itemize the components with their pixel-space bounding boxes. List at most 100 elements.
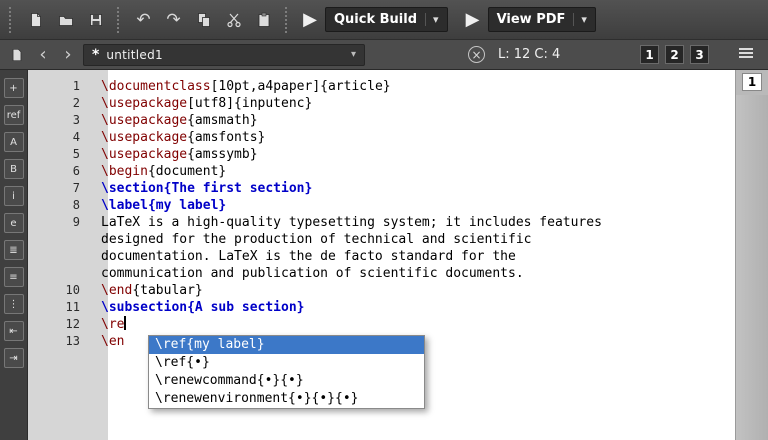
view-pdf-run-button[interactable]: ▶: [461, 6, 485, 33]
cut-button[interactable]: [220, 6, 247, 33]
code-line[interactable]: 9LaTeX is a high-quality typesetting sys…: [28, 214, 735, 231]
modified-indicator-icon: *: [92, 47, 99, 63]
autocomplete-item[interactable]: \ref{my label}: [149, 336, 424, 354]
line-content: \usepackage{amsfonts}: [94, 129, 265, 146]
line-number: 8: [28, 197, 94, 214]
line-number: 9: [28, 214, 94, 231]
bold-icon[interactable]: B: [4, 159, 24, 179]
autocomplete-popup: \ref{my label}\ref{•}\renewcommand{•}{•}…: [148, 335, 425, 409]
editor[interactable]: 1\documentclass[10pt,a4paper]{article}2\…: [28, 70, 735, 440]
view-pdf-label: View PDF: [497, 12, 566, 27]
code-line[interactable]: 8\label{my label}: [28, 197, 735, 214]
code-line[interactable]: 7\section{The first section}: [28, 180, 735, 197]
play-icon: ▶: [466, 9, 480, 30]
line-content: \usepackage{amssymb}: [94, 146, 258, 163]
cursor-position-label: L: 12 C: 4: [498, 47, 560, 62]
code-line[interactable]: 6\begin{document}: [28, 163, 735, 180]
line-number: 11: [28, 299, 94, 316]
emph-icon[interactable]: e: [4, 213, 24, 233]
enumerate-icon[interactable]: ⋮: [4, 294, 24, 314]
code-line[interactable]: 2\usepackage[utf8]{inputenc}: [28, 95, 735, 112]
quick-build-label: Quick Build: [334, 12, 417, 27]
file-tab-selector[interactable]: * untitled1 ▾: [83, 44, 365, 66]
new-file-button[interactable]: [22, 6, 49, 33]
chevron-down-icon: ▾: [351, 49, 356, 60]
copy-button[interactable]: [190, 6, 217, 33]
code-line[interactable]: 3\usepackage{amsmath}: [28, 112, 735, 129]
redo-button[interactable]: ↷: [160, 6, 187, 33]
line-number: 4: [28, 129, 94, 146]
toolbar-grip[interactable]: [117, 7, 122, 33]
code-line[interactable]: 12\re: [28, 316, 735, 333]
line-number: 13: [28, 333, 94, 350]
close-icon: ×: [471, 48, 481, 62]
itemize-icon[interactable]: ≡: [4, 267, 24, 287]
save-icon: [88, 12, 104, 28]
code-line[interactable]: 1\documentclass[10pt,a4paper]{article}: [28, 78, 735, 95]
line-content: \usepackage[utf8]{inputenc}: [94, 95, 312, 112]
code-line[interactable]: 11\subsection{A sub section}: [28, 299, 735, 316]
tab-bar: ‹ › * untitled1 ▾ × L: 12 C: 4 123: [0, 40, 768, 70]
list-icon: [738, 45, 754, 64]
new-file-icon: [28, 12, 44, 28]
line-number: 10: [28, 282, 94, 299]
code-line[interactable]: 10\end{tabular}: [28, 282, 735, 299]
line-number: 7: [28, 180, 94, 197]
back-button[interactable]: ‹: [33, 44, 53, 66]
autocomplete-item[interactable]: \renewenvironment{•}{•}{•}: [149, 390, 424, 408]
line-content: \re: [94, 316, 126, 333]
main-area: +refABie≣≡⋮⇤⇥ 1\documentclass[10pt,a4pap…: [0, 70, 768, 440]
italic-icon[interactable]: i: [4, 186, 24, 206]
scrollbar-track[interactable]: [736, 95, 768, 440]
line-content: LaTeX is a high-quality typesetting syst…: [94, 214, 602, 231]
autocomplete-item[interactable]: \ref{•}: [149, 354, 424, 372]
line-content: \en: [94, 333, 124, 350]
list-icon[interactable]: ≣: [4, 240, 24, 260]
code-line[interactable]: communication and publication of scienti…: [28, 265, 735, 282]
chevron-right-icon: ›: [64, 44, 71, 65]
viewport-button-2[interactable]: 2: [665, 45, 684, 64]
line-number: 12: [28, 316, 94, 333]
line-number: 2: [28, 95, 94, 112]
arrow-right-icon[interactable]: ⇥: [4, 348, 24, 368]
letter-style-icon[interactable]: A: [4, 132, 24, 152]
scissors-icon: [226, 12, 242, 28]
page-indicator: 1: [742, 73, 762, 91]
paste-button[interactable]: [250, 6, 277, 33]
view-pdf-dropdown[interactable]: View PDF ▾: [488, 7, 596, 32]
open-folder-icon: [58, 12, 74, 28]
quick-build-dropdown[interactable]: Quick Build ▾: [325, 7, 448, 32]
code-line[interactable]: 5\usepackage{amssymb}: [28, 146, 735, 163]
code-line[interactable]: designed for the production of technical…: [28, 231, 735, 248]
close-tab-button[interactable]: ×: [468, 46, 485, 63]
chevron-down-icon: ▾: [425, 13, 439, 26]
chevron-down-icon: ▾: [573, 13, 587, 26]
ref-icon[interactable]: ref: [4, 105, 24, 125]
open-file-button[interactable]: [52, 6, 79, 33]
line-number: 5: [28, 146, 94, 163]
line-number: [28, 265, 94, 282]
redo-icon: ↷: [166, 10, 180, 30]
toolbar-grip[interactable]: [285, 7, 290, 33]
code-line[interactable]: documentation. LaTeX is the de facto sta…: [28, 248, 735, 265]
document-button[interactable]: [6, 44, 28, 66]
editor-scrollbar[interactable]: 1: [735, 70, 768, 440]
view-buttons: 123: [640, 45, 709, 64]
autocomplete-item[interactable]: \renewcommand{•}{•}: [149, 372, 424, 390]
undo-icon: ↶: [136, 10, 150, 30]
code-line[interactable]: 4\usepackage{amsfonts}: [28, 129, 735, 146]
quick-build-run-button[interactable]: ▶: [298, 6, 322, 33]
structure-list-button[interactable]: [734, 44, 758, 66]
line-content: \documentclass[10pt,a4paper]{article}: [94, 78, 391, 95]
play-icon: ▶: [303, 9, 317, 30]
line-content: designed for the production of technical…: [94, 231, 531, 248]
forward-button[interactable]: ›: [58, 44, 78, 66]
chevron-left-icon: ‹: [39, 44, 46, 65]
viewport-button-3[interactable]: 3: [690, 45, 709, 64]
save-file-button[interactable]: [82, 6, 109, 33]
toolbar-grip[interactable]: [9, 7, 14, 33]
undo-button[interactable]: ↶: [130, 6, 157, 33]
arrow-left-icon[interactable]: ⇤: [4, 321, 24, 341]
viewport-button-1[interactable]: 1: [640, 45, 659, 64]
insert-frame-icon[interactable]: +: [4, 78, 24, 98]
